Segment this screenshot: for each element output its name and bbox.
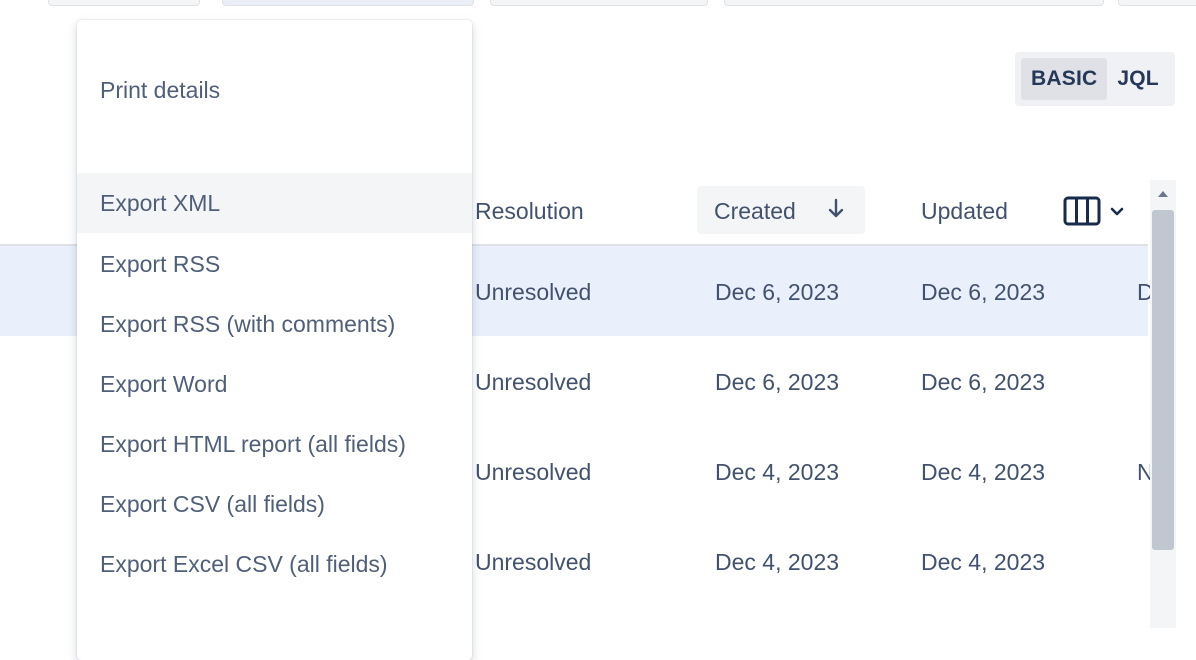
column-header-updated[interactable]: Updated: [921, 198, 1008, 225]
vertical-scrollbar[interactable]: [1150, 180, 1176, 628]
basic-mode-button[interactable]: BASIC: [1021, 58, 1108, 100]
filter-pill[interactable]: [222, 0, 474, 6]
resolution-cell: Unresolved: [475, 369, 592, 395]
chevron-down-icon: [1109, 205, 1125, 223]
search-mode-switch: BASIC JQL: [1015, 52, 1175, 106]
filter-pill[interactable]: [724, 0, 1104, 6]
scroll-up-icon[interactable]: [1156, 186, 1170, 204]
filter-pill[interactable]: [1118, 0, 1196, 6]
export-dropdown-menu: Print details Export XML Export RSS Expo…: [77, 20, 472, 660]
column-header-created-label: Created: [714, 198, 796, 224]
column-config-button[interactable]: [1063, 196, 1125, 231]
updated-cell: Dec 6, 2023: [921, 369, 1046, 395]
created-cell: Dec 4, 2023: [715, 549, 840, 575]
menu-item-export-word[interactable]: Export Word: [77, 354, 472, 414]
jql-mode-button[interactable]: JQL: [1107, 58, 1168, 100]
scrollbar-thumb[interactable]: [1152, 210, 1174, 550]
updated-cell: Dec 4, 2023: [921, 459, 1046, 485]
column-header-resolution[interactable]: Resolution: [475, 198, 584, 225]
resolution-cell: Unresolved: [475, 459, 592, 485]
menu-item-export-rss-comments[interactable]: Export RSS (with comments): [77, 294, 472, 354]
updated-cell: Dec 4, 2023: [921, 549, 1046, 575]
menu-item-print-details[interactable]: Print details: [77, 60, 472, 120]
columns-icon: [1063, 196, 1101, 231]
sort-descending-icon: [827, 198, 845, 226]
created-cell: Dec 4, 2023: [715, 459, 840, 485]
column-header-created[interactable]: Created: [697, 186, 865, 234]
updated-cell: Dec 6, 2023: [921, 279, 1046, 305]
menu-item-export-excel-csv[interactable]: Export Excel CSV (all fields): [77, 534, 472, 594]
menu-item-export-csv[interactable]: Export CSV (all fields): [77, 474, 472, 534]
menu-item-export-html-report[interactable]: Export HTML report (all fields): [77, 414, 472, 474]
resolution-cell: Unresolved: [475, 549, 592, 575]
filter-pill[interactable]: [48, 0, 200, 6]
menu-item-export-xml[interactable]: Export XML: [77, 173, 472, 233]
created-cell: Dec 6, 2023: [715, 369, 840, 395]
filter-pill[interactable]: [490, 0, 708, 6]
created-cell: Dec 6, 2023: [715, 279, 840, 305]
menu-item-export-rss[interactable]: Export RSS: [77, 234, 472, 294]
resolution-cell: Unresolved: [475, 279, 592, 305]
